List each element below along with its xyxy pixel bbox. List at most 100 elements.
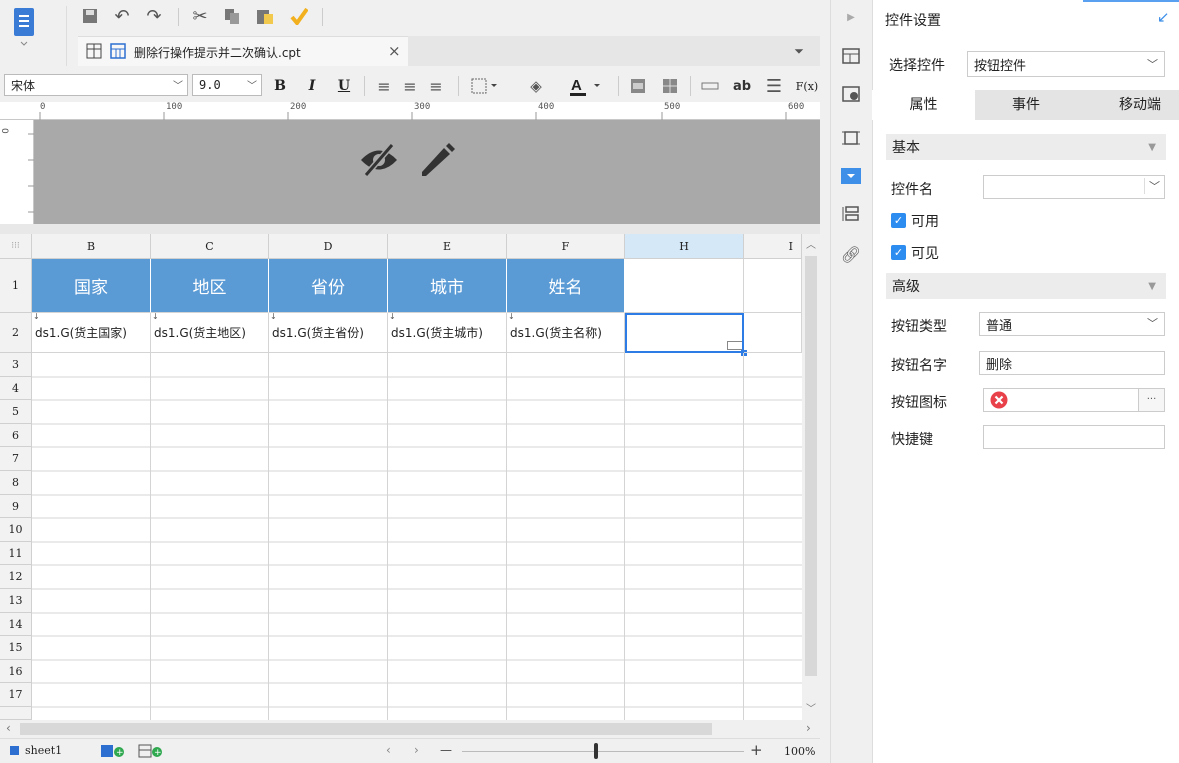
scroll-down-icon[interactable]: ﹀ [806,700,816,715]
format-painter-icon[interactable] [288,6,310,26]
fill-color-icon[interactable]: ◈ [518,76,554,96]
prev-sheet-icon[interactable]: ‹ [386,743,391,757]
zoom-in-button[interactable]: + [750,741,763,759]
tab-mobile[interactable]: 移动端 [1077,90,1179,120]
condition-attribute-icon[interactable] [839,126,863,150]
font-color-icon[interactable]: A [566,74,606,98]
border-icon[interactable] [468,76,504,96]
scroll-up-icon[interactable]: ︿ [806,236,816,251]
row-header-15[interactable]: 15 [0,636,32,660]
data-cell-country[interactable]: ds1.G(货主国家) [32,313,151,353]
cell-i2[interactable] [744,313,802,353]
header-cell-province[interactable]: 省份 [269,259,388,313]
data-cell-city[interactable]: ds1.G(货主城市) [388,313,507,353]
paste-icon[interactable] [254,6,276,26]
sheet-tab[interactable]: sheet1 [25,744,62,757]
tab-close-button[interactable]: × [388,42,401,60]
header-cell-country[interactable]: 国家 [32,259,151,313]
column-header-h[interactable]: H [625,234,744,259]
row-header-3[interactable]: 3 [0,353,32,377]
column-header-i[interactable]: I [744,234,802,259]
paragraph-icon[interactable]: ☰ [762,76,786,97]
split-cells-icon[interactable] [660,76,680,96]
row-header-16[interactable]: 16 [0,660,32,683]
copy-icon[interactable] [222,6,242,26]
column-header-c[interactable]: C [151,234,269,259]
merge-cells-icon[interactable] [628,76,648,96]
button-type-select[interactable]: 普通 ﹀ [979,312,1165,336]
header-cell-city[interactable]: 城市 [388,259,507,313]
widget-name-field[interactable]: ﹀ [983,175,1165,199]
selected-cell-h2[interactable] [625,313,744,353]
align-left-icon[interactable]: ≡ [374,76,394,96]
parameter-design-pane[interactable] [34,120,820,224]
cell-attribute-icon[interactable] [839,44,863,68]
row-header-11[interactable]: 11 [0,542,32,565]
add-report-sheet-icon[interactable]: + [100,744,126,758]
formula-button[interactable]: F(x) [794,76,820,96]
italic-button[interactable]: I [302,76,322,96]
cell-h1[interactable] [625,259,744,313]
align-center-icon[interactable]: ≡ [400,76,420,96]
browse-icon-button[interactable]: ··· [1138,389,1164,411]
tab-properties[interactable]: 属性 [872,90,975,120]
column-header-d[interactable]: D [269,234,388,259]
scroll-thumb[interactable] [805,256,817,676]
zoom-out-button[interactable]: — [440,743,452,757]
cell-i1[interactable] [744,259,802,313]
row-header-6[interactable]: 6 [0,424,32,447]
file-tab[interactable]: 删除行操作提示并二次确认.cpt × [78,36,408,66]
cut-icon[interactable]: ✂ [190,6,210,27]
font-family-select[interactable]: 宋体 ﹀ [4,74,188,96]
app-logo-icon[interactable] [10,6,38,46]
horizontal-scrollbar[interactable]: ‹ › [0,720,820,738]
underline-button[interactable]: U [334,76,354,96]
row-header-1[interactable]: 1 [0,259,32,313]
zoom-slider-handle[interactable] [594,743,598,759]
cell-element-icon[interactable] [839,82,863,106]
row-header-9[interactable]: 9 [0,495,32,518]
row-header-14[interactable]: 14 [0,613,32,636]
row-header-8[interactable]: 8 [0,471,32,495]
button-icon-field[interactable]: ··· [983,388,1165,412]
column-header-e[interactable]: E [388,234,507,259]
data-cell-province[interactable]: ds1.G(货主省份) [269,313,388,353]
redo-icon[interactable]: ↷ [144,6,164,27]
undo-icon[interactable]: ↶ [112,6,132,27]
save-icon[interactable] [80,6,100,26]
enabled-checkbox[interactable]: ✓ [891,213,906,228]
scroll-left-icon[interactable]: ‹ [6,721,11,735]
hscroll-thumb[interactable] [20,723,712,735]
spreadsheet-grid[interactable]: ⁝⁝⁝ B C D E F H I 1 2 3 4 5 6 7 8 9 10 1… [0,234,820,720]
add-dashboard-sheet-icon[interactable]: + [138,744,164,758]
align-right-icon[interactable]: ≡ [426,76,446,96]
shortcut-field[interactable] [983,425,1165,449]
zoom-slider-track[interactable] [462,751,744,752]
panel-collapse-icon[interactable]: ↙ [1157,8,1170,26]
header-cell-name[interactable]: 姓名 [507,259,625,313]
section-basic[interactable]: 基本 ▼ [886,134,1166,160]
text-label-button[interactable]: ab [730,76,754,96]
data-cell-region[interactable]: ds1.G(货主地区) [151,313,269,353]
font-size-select[interactable]: 9.0 ﹀ [192,74,262,96]
vertical-scrollbar[interactable]: ︿ ﹀ [802,234,820,720]
tab-menu-icon[interactable]: ⏷ [790,42,808,60]
row-header-12[interactable]: 12 [0,565,32,589]
edit-pencil-icon[interactable] [418,138,458,180]
section-advanced[interactable]: 高级 ▼ [886,273,1166,299]
column-settings-icon[interactable] [839,202,863,226]
visible-checkbox[interactable]: ✓ [891,245,906,260]
select-all-corner[interactable]: ⁝⁝⁝ [0,234,32,259]
column-header-f[interactable]: F [507,234,625,259]
row-header-13[interactable]: 13 [0,589,32,613]
row-header-10[interactable]: 10 [0,518,32,542]
collapse-arrow-icon[interactable]: ▶ [843,8,859,26]
row-header-4[interactable]: 4 [0,377,32,400]
column-header-b[interactable]: B [32,234,151,259]
row-header-7[interactable]: 7 [0,447,32,471]
bold-button[interactable]: B [270,76,290,96]
header-cell-region[interactable]: 地区 [151,259,269,313]
row-header-2[interactable]: 2 [0,313,32,353]
hyperlink-icon[interactable]: 🔗︎ [839,242,863,266]
button-name-field[interactable]: 删除 [979,351,1165,375]
